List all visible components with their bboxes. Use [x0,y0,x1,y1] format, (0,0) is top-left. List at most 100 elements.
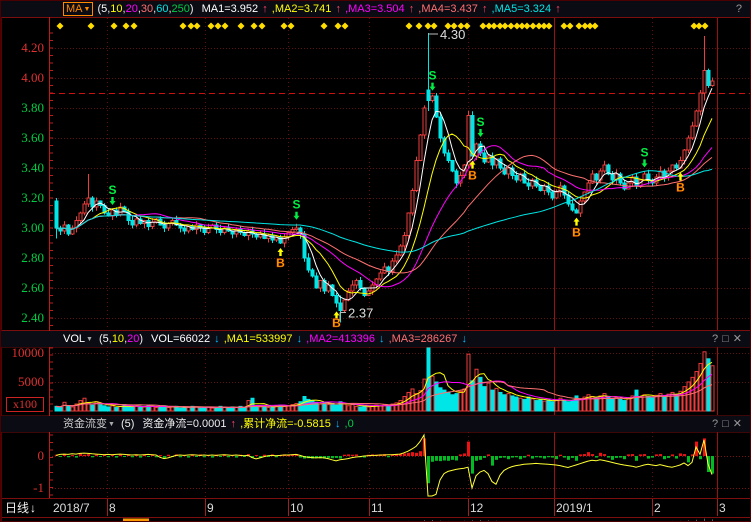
volume-bar [115,408,118,411]
volume-bar [263,406,266,411]
diamond-icon [123,23,130,30]
date-axis-label: 2019/1 [556,499,593,517]
diamond-icon [491,23,498,30]
diamond-icon [546,23,553,30]
help-icon[interactable]: ? [712,418,722,430]
volume-bar [339,402,342,411]
volume-bar [79,401,82,411]
period-selector[interactable]: 日线↓ [5,499,37,517]
param-value: 250 [172,3,190,15]
moneyflow-pane-icons: ?□✕ [712,416,746,432]
legend-item: MA1=3.952 [202,3,259,15]
flow-bar [479,456,482,460]
flow-bar [607,456,610,458]
date-axis-label: 9 [207,499,214,517]
volume-bar [419,391,422,411]
close-icon[interactable]: ✕ [733,333,746,345]
candle [407,213,410,236]
candle [703,71,706,94]
flow-bar [559,455,562,456]
flow-bar [455,456,458,460]
flow-bar [167,455,170,456]
volume-bars [55,348,714,411]
diamond-icon [222,23,229,30]
volume-bar [563,400,566,411]
flow-bar [611,456,614,460]
price-axis-label: 3.80 [4,101,44,115]
volume-bar [379,406,382,411]
diamond-icon [194,23,201,30]
volume-bar [371,406,374,411]
diamond-icon [502,23,509,30]
bottom-thumbnail-strip [56,519,713,522]
flow-bar [203,456,206,457]
diamond-icon [530,23,537,30]
candle [467,116,470,166]
volume-bar [527,397,530,411]
vol-indicator-dropdown[interactable]: VOL▼ [63,333,93,345]
flow-bar [551,456,554,458]
flow-bar [123,456,126,457]
chevron-down-icon: ▼ [84,6,91,13]
flow-bar [687,456,690,462]
legend-item: ,累计净流=-0.5815 [240,418,331,430]
candle [379,273,382,279]
flow-bar [623,456,626,459]
arrow-up-icon: ↑ [227,418,239,430]
candle [163,225,166,228]
event-diamond-markers [57,23,709,30]
flow-bar [99,456,102,457]
candle [359,281,362,289]
ma-indicator-dropdown[interactable]: MA▼ [63,2,93,16]
volume-bar [687,382,690,411]
candle [183,228,186,231]
help-icon[interactable]: ? [712,333,722,345]
candle [595,174,598,180]
legend-item: ,MA2=413396 [306,333,375,345]
volume-bar [103,406,106,411]
chart-canvas[interactable]: SBSBSBSBSB4.302.37 [1,1,751,522]
diamond-icon [208,23,215,30]
candle [687,138,690,150]
flow-bar [643,454,646,456]
legend-item: ,MA1=533997 [224,333,293,345]
diamond-icon [215,23,222,30]
volume-bar [635,390,638,411]
sell-signal-label: S [108,183,116,197]
flow-bar [107,456,110,457]
flow-bar [555,456,558,459]
flow-bar [387,456,390,457]
flow-bar [71,455,74,456]
volume-bar [131,408,134,411]
flow-bar [275,456,278,457]
help-icon[interactable]: ? [736,3,746,15]
maximize-icon[interactable]: □ [722,333,733,345]
diamond-icon [288,23,295,30]
thumbnail-highlight[interactable] [123,519,149,522]
sell-signal-label: S [476,115,484,129]
flow-indicator-dropdown[interactable]: 资金流变▼ [63,418,115,430]
flow-bar [443,456,446,460]
flow-bar [187,456,190,458]
paren: ) [190,3,194,15]
flow-axis-label: 0 [4,449,44,463]
volume-bar [271,407,274,411]
maximize-icon[interactable]: □ [722,418,733,430]
volume-bar [159,407,162,411]
close-icon[interactable]: ✕ [733,418,746,430]
legend-item: ,0 [345,418,354,430]
flow-bar [575,456,578,461]
candle [675,165,678,168]
diamond-icon [259,23,266,30]
flow-bar [91,456,94,457]
volume-bar [499,392,502,411]
candle [575,210,578,213]
flow-bar [663,456,666,459]
price-axis-label: 2.40 [4,311,44,325]
flow-bar [519,456,522,459]
flow-bar [507,456,510,459]
flow-bar [411,452,414,456]
flow-bar [115,456,118,458]
legend-item: ,MA3=286267 [389,333,458,345]
volume-bar [111,406,114,411]
